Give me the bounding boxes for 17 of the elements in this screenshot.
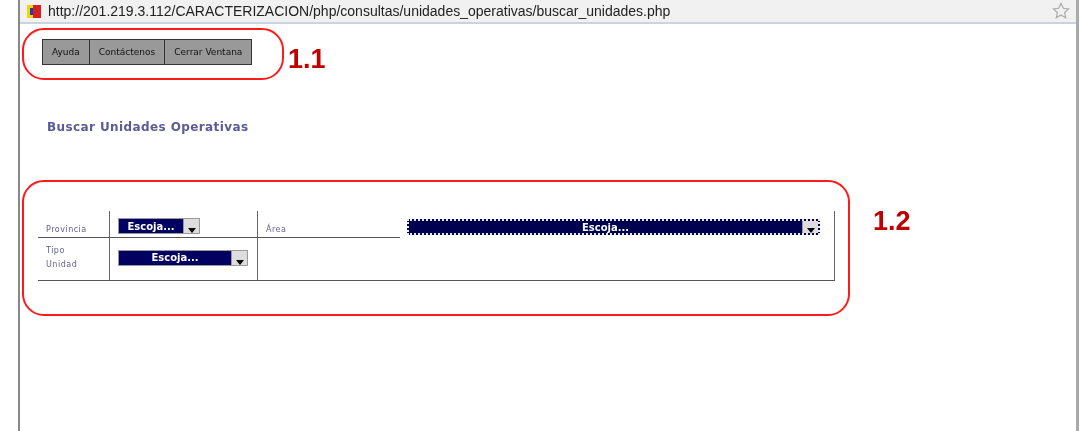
- caret-icon: [187, 228, 196, 233]
- dropdown[interactable]: Escoja...: [407, 219, 820, 235]
- field-label: Tipo Unidad: [46, 244, 79, 271]
- dropdown[interactable]: Escoja...: [118, 218, 200, 234]
- toolbar-button[interactable]: Cerrar Ventana: [165, 40, 252, 64]
- field-label: Área: [266, 225, 287, 234]
- toolbar-button[interactable]: Contáctenos: [89, 40, 166, 64]
- caret-icon: [235, 259, 244, 265]
- annotation-number: 1.1: [288, 44, 326, 75]
- caret-icon: [806, 228, 815, 233]
- field-label: Provincia: [46, 225, 87, 234]
- toolbar-button[interactable]: Ayuda: [43, 40, 90, 64]
- site-icon: [26, 3, 42, 19]
- star-icon[interactable]: [1052, 2, 1070, 20]
- dropdown[interactable]: Escoja...: [118, 249, 248, 266]
- annotation-number: 1.2: [873, 206, 911, 237]
- page-title: Buscar Unidades Operativas: [47, 120, 249, 134]
